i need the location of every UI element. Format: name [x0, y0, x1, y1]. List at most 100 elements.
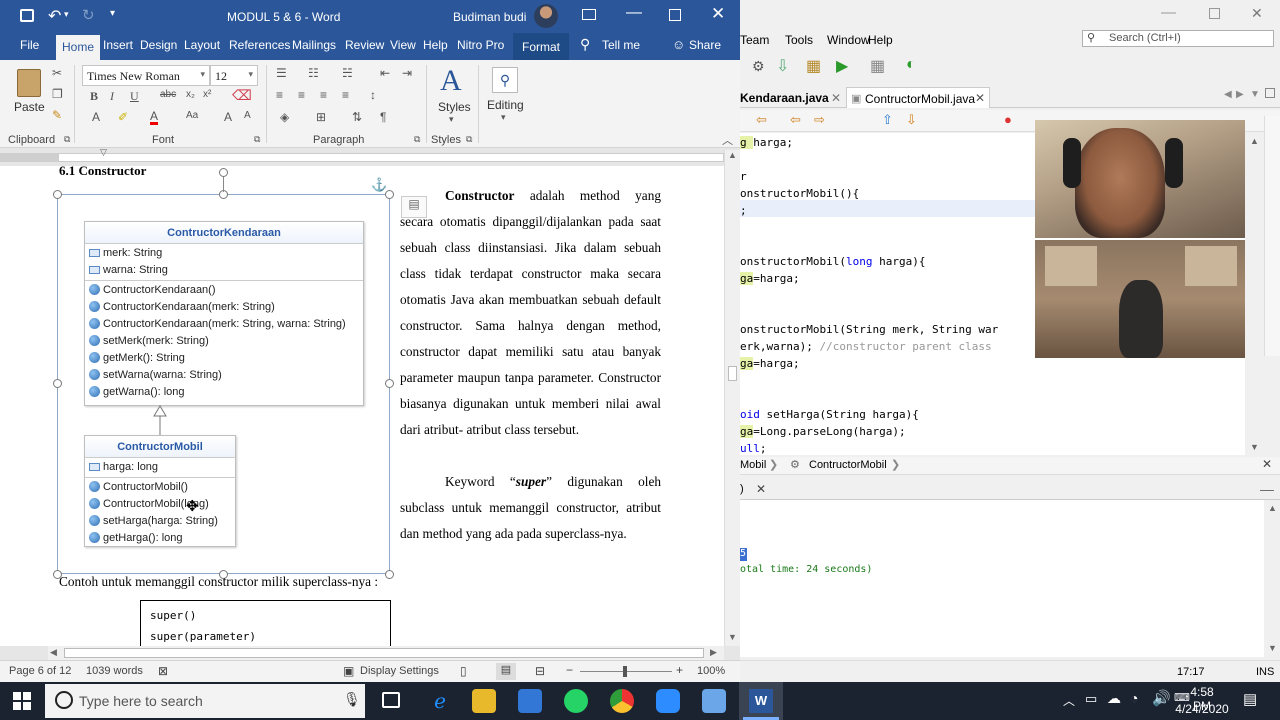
output-tab[interactable]: )	[740, 483, 744, 495]
proofing-icon[interactable]: ⊠	[158, 664, 168, 678]
paste-icon[interactable]	[17, 69, 41, 97]
styles-button[interactable]: Styles	[438, 100, 471, 114]
search-next-icon[interactable]: ⇨	[814, 112, 825, 128]
font-name-select[interactable]: Times New Roman ▾	[82, 65, 210, 86]
tab-close-icon[interactable]: ✕	[831, 91, 841, 105]
breadcrumb-item[interactable]: ContructorMobil	[809, 459, 887, 471]
prev-bookmark-icon[interactable]: ⇧	[882, 112, 893, 128]
align-right-icon[interactable]: ≡	[320, 88, 327, 102]
vertical-scrollbar[interactable]: ▲ ▼	[724, 150, 740, 646]
share-button[interactable]: Share	[689, 38, 721, 52]
menu-window[interactable]: Window	[827, 33, 870, 47]
highlight-icon[interactable]: ✐	[118, 110, 128, 124]
shrink-font-icon[interactable]: A	[244, 110, 251, 121]
tab-scroll-left-icon[interactable]: ◀	[1224, 89, 1232, 100]
increase-indent-icon[interactable]: ⇥	[402, 66, 412, 80]
volume-icon[interactable]: 🔊	[1152, 689, 1171, 707]
styles-icon[interactable]: A	[440, 64, 462, 98]
taskbar-search[interactable]: Type here to search 🎙	[45, 684, 365, 718]
clear-formatting-icon[interactable]: ⌫	[232, 87, 252, 104]
collapse-ribbon-icon[interactable]: ︿	[722, 132, 733, 148]
editing-dropdown-icon[interactable]: ▾	[501, 112, 506, 123]
avatar[interactable]	[534, 4, 558, 28]
tab-insert[interactable]: Insert	[103, 38, 133, 52]
show-marks-icon[interactable]: ¶	[380, 110, 386, 124]
edge-icon[interactable]: ℯ	[428, 689, 452, 713]
search-prev-icon[interactable]: ⇦	[790, 112, 801, 128]
format-painter-icon[interactable]: ✎	[52, 108, 62, 122]
menu-help[interactable]: Help	[868, 33, 893, 47]
italic-icon[interactable]: I	[110, 89, 114, 104]
action-center-icon[interactable]: ▤	[1243, 690, 1257, 708]
tab-scroll-right-icon[interactable]: ▶	[1236, 89, 1244, 100]
clean-build-icon[interactable]: ⇩	[776, 56, 789, 76]
display-settings-button[interactable]: Display Settings	[360, 665, 439, 677]
superscript-icon[interactable]: x²	[203, 89, 211, 100]
onedrive-icon[interactable]: ☁	[1107, 690, 1121, 707]
menu-team[interactable]: Team	[740, 33, 769, 47]
scroll-thumb[interactable]	[728, 366, 737, 381]
store-icon[interactable]	[518, 689, 542, 713]
underline-icon[interactable]: U	[130, 89, 139, 104]
battery-icon[interactable]: ▭	[1085, 691, 1097, 707]
output-scrollbar[interactable]: ▲ ▼	[1264, 500, 1280, 657]
whatsapp-icon[interactable]	[564, 689, 588, 713]
copy-icon[interactable]: ❐	[52, 87, 63, 101]
redo-icon[interactable]: ↻	[82, 6, 95, 24]
tell-me-box[interactable]: Tell me	[602, 38, 640, 52]
clock-date[interactable]: 4/24/2020	[1172, 702, 1232, 716]
ruler[interactable]: ▽	[0, 147, 740, 165]
undo-dropdown-icon[interactable]: ▾	[64, 9, 69, 20]
zoom-icon[interactable]	[656, 689, 680, 713]
paragraph-launcher-icon[interactable]: ⧉	[414, 134, 420, 145]
minimize-icon[interactable]: —	[626, 4, 642, 22]
output-minimize-icon[interactable]: —	[1260, 481, 1274, 497]
zoom-slider-thumb[interactable]	[623, 666, 627, 677]
numbering-icon[interactable]: ☷	[308, 66, 319, 80]
text-effects-icon[interactable]: A	[92, 110, 100, 124]
zoom-level[interactable]: 100%	[697, 665, 725, 677]
indent-marker-icon[interactable]: ▽	[100, 147, 107, 158]
debug-icon[interactable]: ▦	[870, 56, 885, 76]
chrome-icon[interactable]	[610, 689, 634, 713]
ide-close-icon[interactable]: ✕	[1251, 5, 1263, 22]
start-button[interactable]	[13, 692, 31, 710]
close-icon[interactable]: ✕	[711, 4, 725, 24]
web-layout-icon[interactable]: ⊟	[535, 664, 545, 678]
zoom-out-icon[interactable]: −	[566, 663, 573, 677]
justify-icon[interactable]: ≡	[342, 88, 349, 102]
ribbon-display-icon[interactable]	[582, 9, 596, 20]
customize-qat-icon[interactable]: ▾	[110, 8, 115, 19]
find-icon[interactable]: ⚲	[492, 67, 518, 93]
zoom-in-icon[interactable]: +	[676, 663, 683, 677]
print-layout-icon[interactable]: ▤	[496, 663, 516, 680]
user-name[interactable]: Budiman budi	[453, 10, 526, 24]
tab-file[interactable]: File	[20, 38, 39, 52]
tab-view[interactable]: View	[390, 38, 416, 52]
tab-design[interactable]: Design	[140, 38, 177, 52]
cut-icon[interactable]: ✂	[52, 66, 62, 80]
editing-button[interactable]: Editing	[487, 98, 524, 112]
microphone-icon[interactable]: 🎙	[343, 691, 361, 708]
breadcrumb-item[interactable]: Mobil	[740, 459, 766, 471]
netbeans-icon[interactable]	[702, 689, 726, 713]
bold-icon[interactable]: B	[90, 89, 98, 104]
word-taskbar-button[interactable]: W	[739, 682, 783, 720]
document-page[interactable]: 6.1 Constructor ⚓ ▤ ContructorKendaraan …	[0, 166, 724, 646]
subscript-icon[interactable]: x₂	[186, 89, 195, 100]
strikethrough-icon[interactable]: abc	[160, 89, 176, 100]
tab-mailings[interactable]: Mailings	[292, 38, 336, 52]
tab-list-icon[interactable]: ▼	[1250, 89, 1260, 100]
decrease-indent-icon[interactable]: ⇤	[380, 66, 390, 80]
font-color-icon[interactable]: A	[150, 110, 159, 125]
sort-icon[interactable]: ⇅	[352, 110, 362, 124]
bullets-icon[interactable]: ☰	[276, 66, 287, 80]
record-macro-icon[interactable]: ●	[1004, 112, 1012, 127]
styles-launcher-icon[interactable]: ⧉	[466, 134, 472, 145]
tab-layout[interactable]: Layout	[184, 38, 220, 52]
read-mode-icon[interactable]: ▯	[460, 664, 467, 678]
clipboard-launcher-icon[interactable]: ⧉	[64, 134, 70, 145]
font-size-select[interactable]: 12 ▾	[210, 65, 258, 86]
grow-font-icon[interactable]: A	[224, 110, 232, 124]
styles-dropdown-icon[interactable]: ▾	[449, 114, 454, 125]
